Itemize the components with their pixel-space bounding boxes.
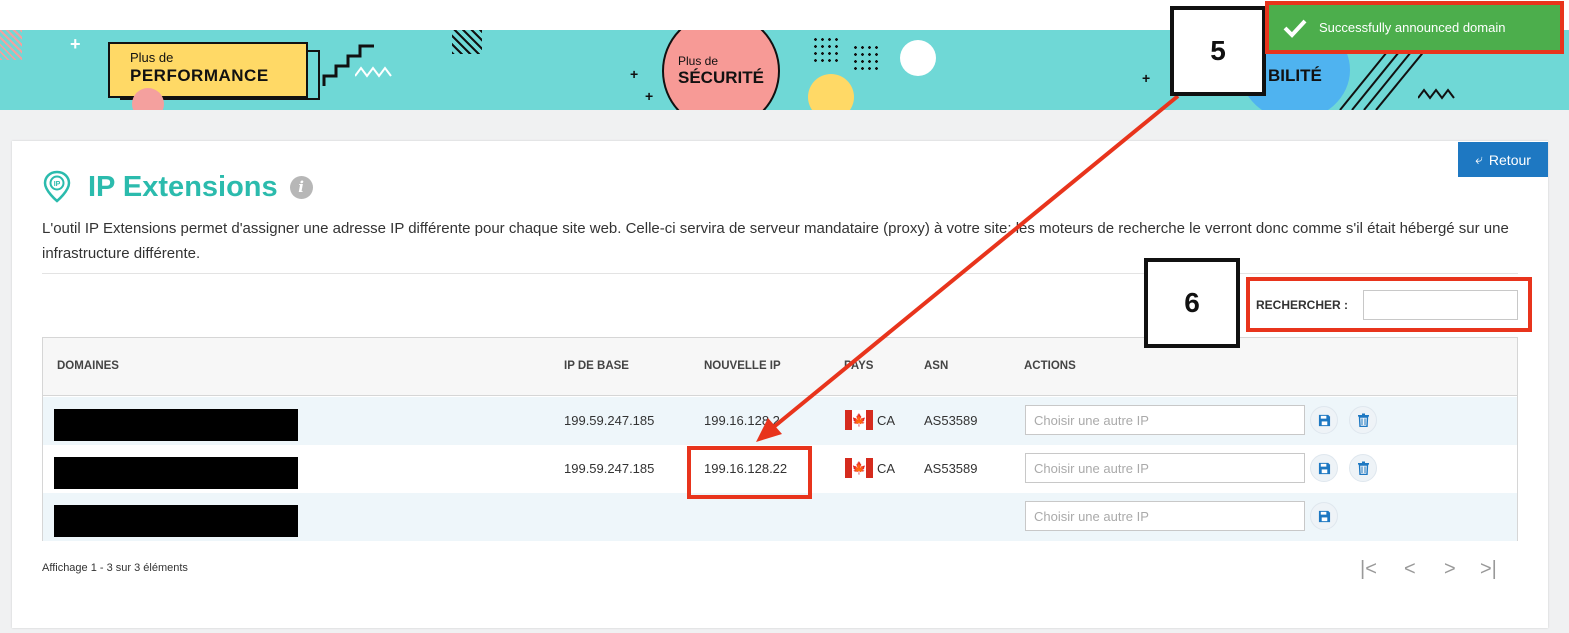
success-toast[interactable]: Successfully announced domain	[1269, 5, 1560, 50]
checkmark-icon	[1283, 19, 1307, 38]
step-5-label: 5	[1170, 6, 1266, 96]
annotation-arrow	[756, 94, 1180, 442]
step-6-label: 6	[1144, 258, 1240, 348]
toast-message: Successfully announced domain	[1319, 20, 1506, 35]
